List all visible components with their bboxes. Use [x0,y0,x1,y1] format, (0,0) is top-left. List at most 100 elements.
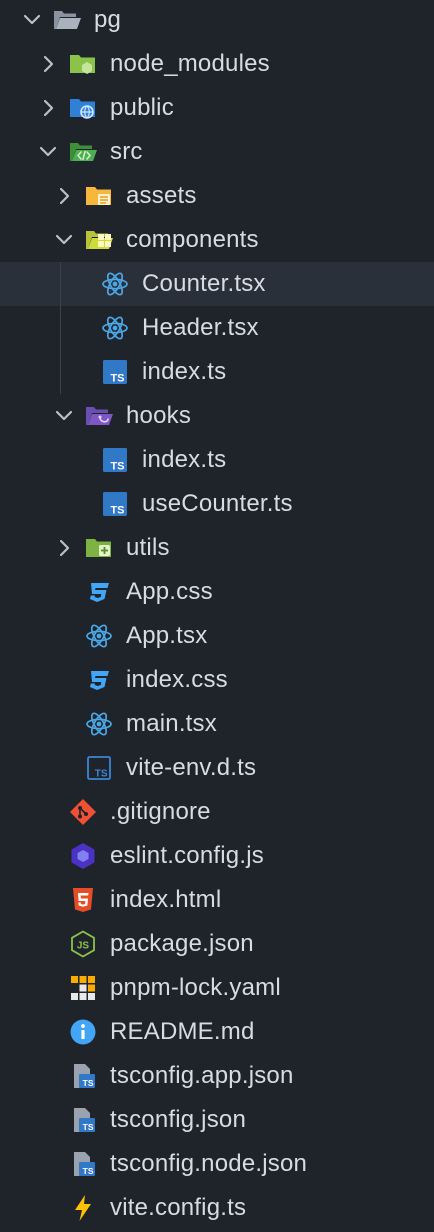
tree-item-folder[interactable]: node_modules [0,42,434,86]
folder-src-icon [68,137,98,167]
tree-item-file[interactable]: App.tsx [0,614,434,658]
vite-icon [68,1193,98,1223]
file-explorer-tree: pg node_modulespublic src assets components C… [0,0,434,1232]
react-icon [84,709,114,739]
folder-node-icon [68,49,98,79]
tree-item-label: index.ts [142,446,227,473]
tree-item-file[interactable]: index.css [0,658,434,702]
folder-utils-icon [84,533,114,563]
tree-item-label: App.css [126,578,213,605]
tree-item-folder[interactable]: public [0,86,434,130]
tree-item-file[interactable]: TS tsconfig.json [0,1098,434,1142]
tree-item-file[interactable]: TS index.ts [0,350,434,394]
folder-hooks-icon [84,401,114,431]
tree-item-file[interactable]: README.md [0,1010,434,1054]
tree-item-file[interactable]: pnpm-lock.yaml [0,966,434,1010]
svg-text:JS: JS [77,941,90,952]
tree-item-file[interactable]: App.css [0,570,434,614]
tree-item-label: pg [94,6,122,33]
css-icon [84,665,114,695]
tree-item-folder[interactable]: hooks [0,394,434,438]
folder-public-icon [68,93,98,123]
chevron-down-icon[interactable] [36,140,60,164]
chevron-down-icon[interactable] [20,8,44,32]
svg-text:TS: TS [83,1078,94,1088]
tree-item-label: utils [126,534,170,561]
tree-item-label: assets [126,182,197,209]
tree-item-file[interactable]: eslint.config.js [0,834,434,878]
tree-item-file[interactable]: TS tsconfig.node.json [0,1142,434,1186]
tree-item-label: pnpm-lock.yaml [110,974,281,1001]
tsconfig-icon: TS [68,1105,98,1135]
tree-item-label: index.html [110,886,222,913]
tree-item-file[interactable]: TS vite-env.d.ts [0,746,434,790]
nodejs-icon: JS [68,929,98,959]
pnpm-icon [68,973,98,1003]
tree-item-label: tsconfig.app.json [110,1062,294,1089]
chevron-right-icon[interactable] [52,184,76,208]
tree-item-label: vite.config.ts [110,1194,247,1221]
git-icon [68,797,98,827]
tree-item-label: README.md [110,1018,255,1045]
tree-item-file[interactable]: TS index.ts [0,438,434,482]
tree-item-label: useCounter.ts [142,490,293,517]
tree-item-folder[interactable]: pg [0,0,434,42]
svg-text:TS: TS [110,461,124,473]
svg-text:TS: TS [110,373,124,385]
tree-item-label: index.css [126,666,228,693]
tree-item-label: App.tsx [126,622,208,649]
tree-item-label: eslint.config.js [110,842,264,869]
svg-text:TS: TS [95,769,108,780]
tree-item-file[interactable]: Header.tsx [0,306,434,350]
tree-item-label: Header.tsx [142,314,259,341]
tsconfig-icon: TS [68,1149,98,1179]
folder-assets-icon [84,181,114,211]
tree-item-label: main.tsx [126,710,217,737]
eslint-icon [68,841,98,871]
tsconfig-icon: TS [68,1061,98,1091]
folder-components-icon [84,225,114,255]
tree-item-file[interactable]: vite.config.ts [0,1186,434,1230]
chevron-down-icon[interactable] [52,228,76,252]
typescript-def-icon: TS [84,753,114,783]
chevron-right-icon[interactable] [36,52,60,76]
info-icon [68,1017,98,1047]
react-icon [100,313,130,343]
tree-item-file[interactable]: Counter.tsx [0,262,434,306]
tree-item-folder[interactable]: src [0,130,434,174]
tree-item-label: tsconfig.json [110,1106,247,1133]
tree-item-folder[interactable]: assets [0,174,434,218]
tree-item-label: Counter.tsx [142,270,266,297]
tree-item-label: vite-env.d.ts [126,754,257,781]
tree-item-file[interactable]: main.tsx [0,702,434,746]
tree-item-label: src [110,138,143,165]
tree-item-label: index.ts [142,358,227,385]
tree-item-file[interactable]: index.html [0,878,434,922]
indent-guide [60,262,61,394]
tree-item-label: public [110,94,174,121]
tree-item-file[interactable]: .gitignore [0,790,434,834]
svg-text:TS: TS [83,1166,94,1176]
tree-item-label: components [126,226,259,253]
chevron-down-icon[interactable] [52,404,76,428]
chevron-right-icon[interactable] [36,96,60,120]
css-icon [84,577,114,607]
tree-item-file[interactable]: TS tsconfig.app.json [0,1054,434,1098]
tree-item-label: tsconfig.node.json [110,1150,308,1177]
typescript-icon: TS [100,489,130,519]
react-icon [84,621,114,651]
tree-item-file[interactable]: JS package.json [0,922,434,966]
tree-item-file[interactable]: TS useCounter.ts [0,482,434,526]
react-icon [100,269,130,299]
typescript-icon: TS [100,357,130,387]
folder-open-icon [52,5,82,35]
tree-item-label: hooks [126,402,192,429]
chevron-right-icon[interactable] [52,536,76,560]
html5-icon [68,885,98,915]
typescript-icon: TS [100,445,130,475]
tree-item-label: package.json [110,930,254,957]
tree-item-folder[interactable]: components [0,218,434,262]
tree-item-folder[interactable]: utils [0,526,434,570]
svg-text:TS: TS [83,1122,94,1132]
svg-text:TS: TS [110,505,124,517]
